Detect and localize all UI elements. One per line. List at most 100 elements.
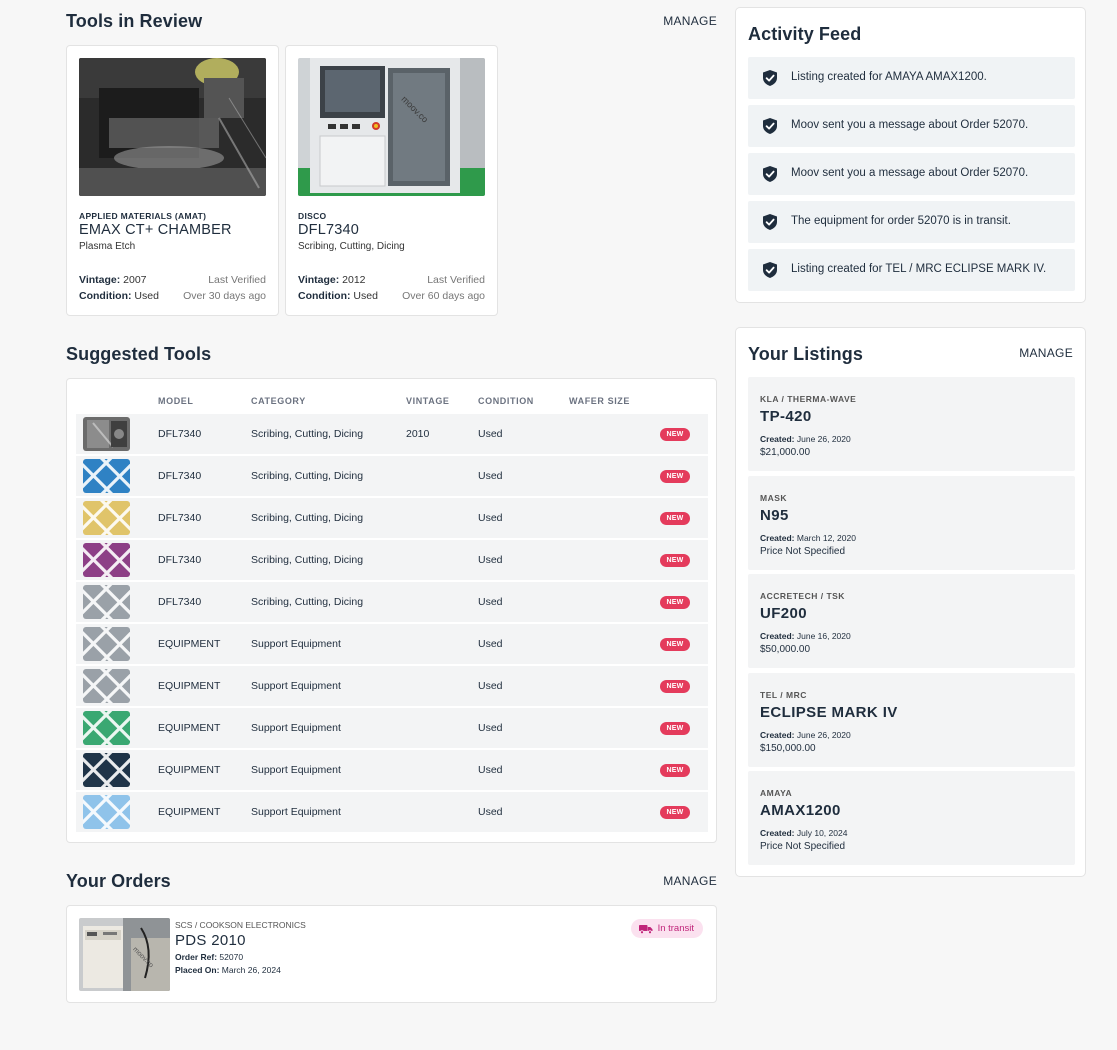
new-badge: NEW <box>660 722 690 735</box>
listing-model: AMAX1200 <box>760 802 841 819</box>
listing-card[interactable]: MASK N95 Created: March 12, 2020 Price Not … <box>748 475 1075 570</box>
dicing-machine-photo: moov.co <box>298 58 485 196</box>
listing-brand: KLA / THERMA-WAVE <box>760 394 857 404</box>
row-condition: Used <box>478 470 503 482</box>
table-row[interactable]: DFL7340 Scribing, Cutting, Dicing Used NEW <box>76 498 708 538</box>
table-row[interactable]: EQUIPMENT Support Equipment Used NEW <box>76 750 708 790</box>
suggested-tools-table: MODEL CATEGORY VINTAGE CONDITION WAFER S… <box>66 378 717 843</box>
row-condition: Used <box>478 764 503 776</box>
row-category: Support Equipment <box>251 764 341 776</box>
listing-card[interactable]: AMAYA AMAX1200 Created: July 10, 2024 Price… <box>748 771 1075 865</box>
listing-card[interactable]: ACCRETECH / TSK UF200 Created: June 16, 20… <box>748 574 1075 668</box>
column-header-vintage[interactable]: VINTAGE <box>406 396 450 406</box>
order-item-photo: moov.co <box>79 918 170 991</box>
table-row[interactable]: DFL7340 Scribing, Cutting, Dicing 2010 Used… <box>76 414 708 454</box>
listing-price: Price Not Specified <box>760 545 846 557</box>
tool-thumbnail-pattern <box>83 795 130 829</box>
activity-item[interactable]: Listing created for AMAYA AMAX1200. <box>748 57 1075 99</box>
listing-card[interactable]: KLA / THERMA-WAVE TP-420 Created: June 26,… <box>748 377 1075 471</box>
table-row[interactable]: DFL7340 Scribing, Cutting, Dicing Used NEW <box>76 540 708 580</box>
new-badge: NEW <box>660 596 690 609</box>
column-header-wafer-size[interactable]: WAFER SIZE <box>569 396 630 406</box>
tool-vintage: Vintage: 2007 <box>79 274 147 286</box>
table-row[interactable]: EQUIPMENT Support Equipment Used NEW <box>76 792 708 832</box>
shield-check-icon <box>763 166 777 182</box>
listing-price: $150,000.00 <box>760 742 816 754</box>
row-category: Support Equipment <box>251 806 341 818</box>
table-row[interactable]: EQUIPMENT Support Equipment Used NEW <box>76 624 708 664</box>
column-header-condition[interactable]: CONDITION <box>478 396 534 406</box>
listing-created: Created: June 16, 2020 <box>760 631 851 641</box>
activity-item[interactable]: Moov sent you a message about Order 5207… <box>748 153 1075 195</box>
table-row[interactable]: EQUIPMENT Support Equipment Used NEW <box>76 708 708 748</box>
listing-price: $50,000.00 <box>760 644 811 655</box>
order-placed: Placed On: March 26, 2024 <box>175 965 281 975</box>
listing-model: UF200 <box>760 605 808 622</box>
row-model: DFL7340 <box>158 512 202 524</box>
column-header-category[interactable]: CATEGORY <box>251 396 306 406</box>
new-badge: NEW <box>660 428 690 441</box>
activity-text: Listing created for AMAYA AMAX1200. <box>791 71 987 83</box>
listings-panel: Your Listings MANAGE KLA / THERMA-WAVE TP… <box>735 327 1086 877</box>
row-condition: Used <box>478 596 503 608</box>
row-condition: Used <box>478 428 503 440</box>
truck-icon <box>638 924 653 934</box>
last-verified-value: Over 30 days ago <box>183 290 266 302</box>
new-badge: NEW <box>660 764 690 777</box>
row-category: Support Equipment <box>251 680 341 692</box>
table-row[interactable]: EQUIPMENT Support Equipment Used NEW <box>76 666 708 706</box>
row-model: EQUIPMENT <box>158 722 221 734</box>
listing-model: N95 <box>760 506 789 524</box>
row-condition: Used <box>478 638 503 650</box>
last-verified-label: Last Verified <box>427 274 485 286</box>
activity-feed-title: Activity Feed <box>748 24 862 44</box>
tool-card[interactable]: moov.co DISCO DFL7340 Scribing, Cutting,… <box>285 45 498 316</box>
tool-thumbnail-pattern <box>83 459 130 493</box>
shield-check-icon <box>763 214 777 230</box>
listing-price: Price Not Specified <box>760 841 846 852</box>
order-ref: Order Ref: 52070 <box>175 952 244 962</box>
machine-chamber-photo <box>79 58 266 196</box>
row-model: DFL7340 <box>158 428 202 440</box>
orders-header: Your Orders MANAGE <box>66 870 717 892</box>
last-verified-value: Over 60 days ago <box>402 290 485 302</box>
table-row[interactable]: DFL7340 Scribing, Cutting, Dicing Used NEW <box>76 582 708 622</box>
tool-category: Scribing, Cutting, Dicing <box>298 241 405 252</box>
row-model: DFL7340 <box>158 470 202 482</box>
table-row[interactable]: DFL7340 Scribing, Cutting, Dicing Used NEW <box>76 456 708 496</box>
listing-created: Created: March 12, 2020 <box>760 532 856 543</box>
suggested-tools-header: Suggested Tools <box>66 343 717 365</box>
tool-category: Plasma Etch <box>79 241 136 252</box>
row-model: DFL7340 <box>158 596 202 608</box>
row-category: Support Equipment <box>251 638 341 650</box>
listing-created: Created: June 26, 2020 <box>760 729 851 740</box>
row-category: Scribing, Cutting, Dicing <box>251 554 364 566</box>
listing-card[interactable]: TEL / MRC ECLIPSE MARK IV Created: June 26… <box>748 672 1075 767</box>
tools-in-review-manage-link[interactable]: MANAGE <box>663 14 717 28</box>
row-condition: Used <box>478 554 503 566</box>
new-badge: NEW <box>660 470 690 483</box>
listing-price: $21,000.00 <box>760 447 811 458</box>
orders-manage-link[interactable]: MANAGE <box>663 874 717 888</box>
listing-brand: AMAYA <box>760 788 793 798</box>
row-model: EQUIPMENT <box>158 680 221 692</box>
row-model: EQUIPMENT <box>158 806 221 818</box>
listings-manage-link[interactable]: MANAGE <box>1019 346 1073 360</box>
tool-thumbnail-pattern <box>83 543 130 577</box>
row-model: EQUIPMENT <box>158 764 221 776</box>
tool-thumbnail-pattern <box>83 501 130 535</box>
activity-item[interactable]: The equipment for order 52070 is in tran… <box>748 201 1075 243</box>
activity-item[interactable]: Moov sent you a message about Order 5207… <box>748 105 1075 147</box>
row-model: EQUIPMENT <box>158 638 221 650</box>
activity-item[interactable]: Listing created for TEL / MRC ECLIPSE MA… <box>748 249 1075 291</box>
row-condition: Used <box>478 680 503 692</box>
row-category: Scribing, Cutting, Dicing <box>251 512 364 524</box>
column-header-model[interactable]: MODEL <box>158 396 194 406</box>
row-condition: Used <box>478 806 503 818</box>
listing-created: Created: June 26, 2020 <box>760 434 851 444</box>
listing-model: TP-420 <box>760 408 812 425</box>
order-model: PDS 2010 <box>175 932 246 949</box>
tool-card[interactable]: APPLIED MATERIALS (AMAT) EMAX CT+ CHAMBE… <box>66 45 279 316</box>
order-card[interactable]: moov.co SCS / COOKSON ELECTRONICS PDS 20… <box>66 905 717 1003</box>
order-brand: SCS / COOKSON ELECTRONICS <box>175 920 306 930</box>
